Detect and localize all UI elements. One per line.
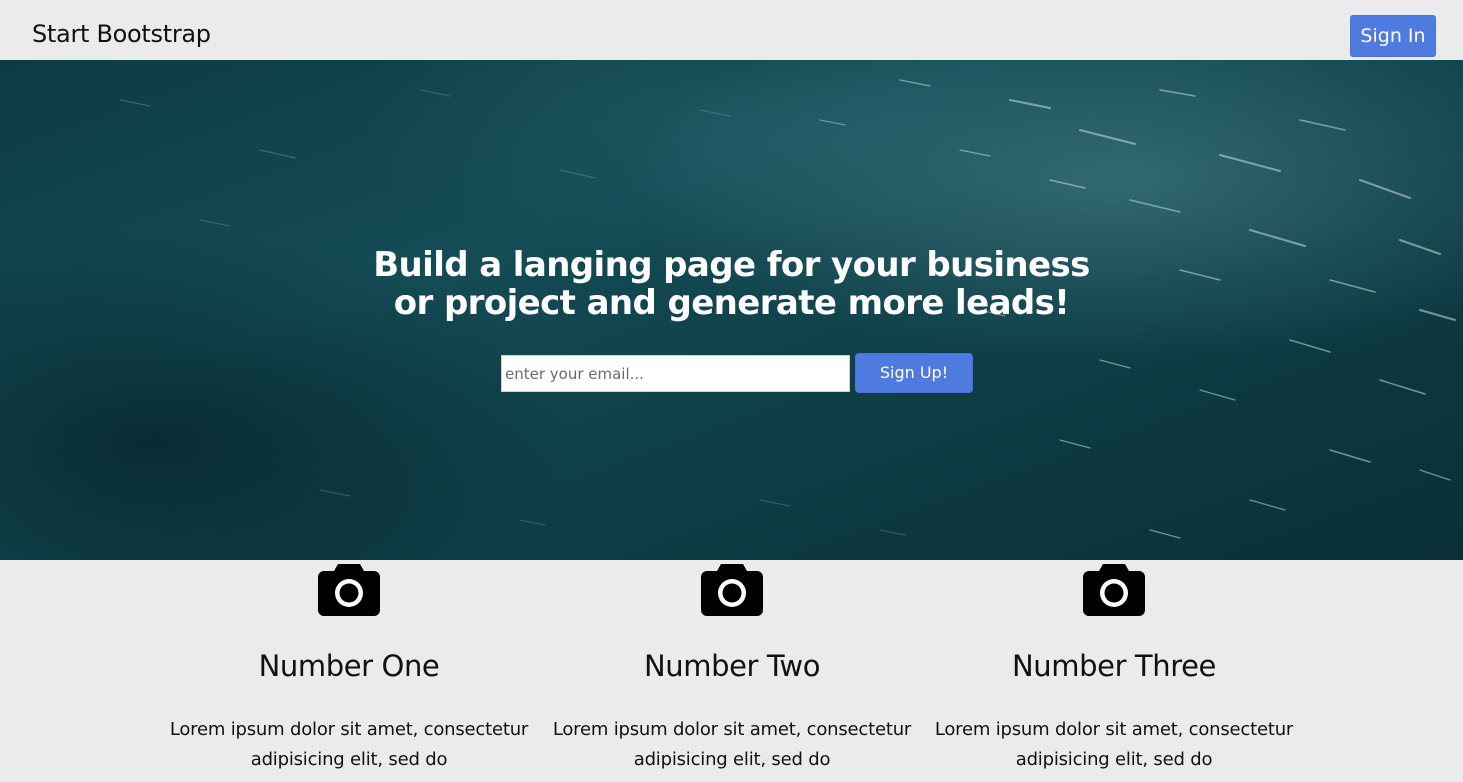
camera-icon (701, 564, 763, 616)
feature-text: Lorem ipsum dolor sit amet, consectetur … (552, 719, 912, 770)
feature-card: Number Two Lorem ipsum dolor sit amet, c… (541, 560, 923, 782)
hero-headline-line-2: or project and generate more leads! (393, 283, 1070, 323)
camera-icon (1083, 564, 1145, 616)
email-input[interactable] (501, 355, 850, 392)
hero-headline-line-1: Build a langing page for your business (373, 245, 1090, 285)
feature-text: Lorem ipsum dolor sit amet, consectetur … (934, 719, 1294, 770)
feature-text: Lorem ipsum dolor sit amet, consectetur … (169, 719, 529, 770)
hero-section: Build a langing page for your business o… (0, 60, 1463, 560)
camera-icon (318, 564, 380, 616)
feature-title: Number Three (1012, 649, 1216, 683)
navbar: Start Bootstrap Sign In (0, 0, 1463, 60)
brand-logo[interactable]: Start Bootstrap (32, 17, 211, 51)
sign-in-button[interactable]: Sign In (1350, 15, 1436, 57)
sign-up-button[interactable]: Sign Up! (855, 353, 973, 393)
feature-title: Number One (258, 649, 440, 683)
feature-card: Number One Lorem ipsum dolor sit amet, c… (158, 560, 540, 782)
feature-title: Number Two (643, 649, 821, 683)
features-section: Number One Lorem ipsum dolor sit amet, c… (0, 560, 1463, 782)
hero-headline: Build a langing page for your business o… (0, 246, 1463, 322)
feature-card: Number Three Lorem ipsum dolor sit amet,… (923, 560, 1305, 782)
